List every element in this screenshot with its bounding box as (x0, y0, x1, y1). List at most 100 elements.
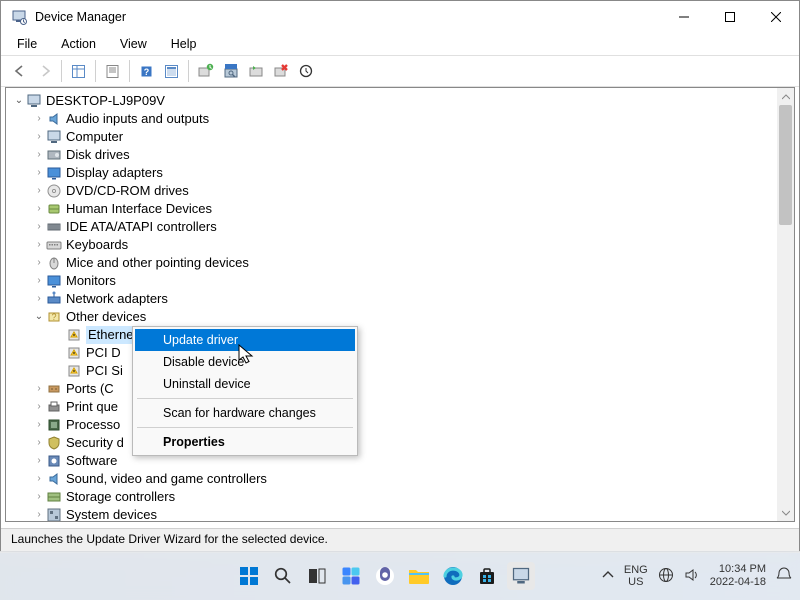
tree-category[interactable]: › Print que (10, 398, 794, 416)
forward-button[interactable] (32, 59, 57, 84)
explorer-icon[interactable] (405, 562, 433, 590)
tree-category[interactable]: ›Keyboards (10, 236, 794, 254)
tray-chevron-icon[interactable] (602, 569, 614, 584)
status-bar: Launches the Update Driver Wizard for th… (1, 528, 799, 552)
help-button[interactable]: ? (134, 59, 159, 84)
show-hide-tree-button[interactable] (66, 59, 91, 84)
task-view-icon[interactable] (303, 562, 331, 590)
device-manager-window: Device Manager File Action View Help ? ⌄ (0, 0, 800, 553)
tree-category[interactable]: ›Audio inputs and outputs (10, 110, 794, 128)
action-button[interactable] (159, 59, 184, 84)
tree-device-pci1[interactable]: PCI D (10, 344, 794, 362)
edge-icon[interactable] (439, 562, 467, 590)
computer-icon (46, 129, 62, 145)
widgets-icon[interactable] (337, 562, 365, 590)
ctx-uninstall-device[interactable]: Uninstall device (135, 373, 355, 395)
tree-category[interactable]: ›Disk drives (10, 146, 794, 164)
tree-category[interactable]: ›Ports (C (10, 380, 794, 398)
uninstall-button[interactable] (268, 59, 293, 84)
tree-category[interactable]: ›Security d (10, 434, 794, 452)
ctx-scan[interactable]: Scan for hardware changes (135, 402, 355, 424)
minimize-button[interactable] (661, 1, 707, 33)
computer-icon (26, 93, 42, 109)
menu-help[interactable]: Help (165, 35, 203, 53)
ctx-properties[interactable]: Properties (135, 431, 355, 453)
tree-category[interactable]: › Computer (10, 128, 794, 146)
start-button[interactable] (235, 562, 263, 590)
chevron-right-icon[interactable]: › (32, 290, 46, 308)
menu-action[interactable]: Action (55, 35, 102, 53)
chevron-right-icon[interactable]: › (32, 128, 46, 146)
tree-category[interactable]: ›Display adapters (10, 164, 794, 182)
chevron-right-icon[interactable]: › (32, 380, 46, 398)
tree-category[interactable]: ›Sound, video and game controllers (10, 470, 794, 488)
enable-button[interactable] (243, 59, 268, 84)
chevron-right-icon[interactable]: › (32, 470, 46, 488)
tree-category[interactable]: ›Monitors (10, 272, 794, 290)
menu-view[interactable]: View (114, 35, 153, 53)
ctx-disable-device[interactable]: Disable device (135, 351, 355, 373)
tree-category[interactable]: ›Software (10, 452, 794, 470)
taskbar-system-tray[interactable]: ENG US 10:34 PM 2022-04-18 (602, 563, 792, 589)
device-manager-taskbar-icon[interactable] (507, 562, 535, 590)
close-button[interactable] (753, 1, 799, 33)
maximize-button[interactable] (707, 1, 753, 33)
app-icon (11, 9, 27, 25)
language-indicator[interactable]: ENG US (624, 564, 648, 588)
tree-category[interactable]: ›Human Interface Devices (10, 200, 794, 218)
chevron-right-icon[interactable]: › (32, 272, 46, 290)
tree-root[interactable]: ⌄ DESKTOP-LJ9P09V (10, 92, 794, 110)
chevron-right-icon[interactable]: › (32, 398, 46, 416)
network-icon[interactable] (658, 567, 674, 586)
monitor-icon (46, 273, 62, 289)
scroll-up-button[interactable] (777, 88, 794, 105)
tree-category[interactable]: ›System devices (10, 506, 794, 522)
chevron-right-icon[interactable]: › (32, 146, 46, 164)
chevron-right-icon[interactable]: › (32, 182, 46, 200)
chevron-down-icon[interactable]: ⌄ (32, 308, 46, 326)
chevron-right-icon[interactable]: › (32, 434, 46, 452)
chevron-right-icon[interactable]: › (32, 506, 46, 522)
chevron-right-icon[interactable]: › (32, 254, 46, 272)
device-tree[interactable]: ⌄ DESKTOP-LJ9P09V ›Audio inputs and outp… (5, 87, 795, 522)
tree-device-ethernet[interactable]: Ethernet Controller (10, 326, 794, 344)
tree-category[interactable]: ›Mice and other pointing devices (10, 254, 794, 272)
chevron-right-icon[interactable]: › (32, 200, 46, 218)
tree-category[interactable]: ›DVD/CD-ROM drives (10, 182, 794, 200)
volume-icon[interactable] (684, 567, 700, 586)
toolbar-separator (61, 60, 62, 82)
properties-button[interactable] (100, 59, 125, 84)
chevron-right-icon[interactable]: › (32, 164, 46, 182)
chevron-right-icon[interactable]: › (32, 452, 46, 470)
scroll-down-button[interactable] (777, 504, 794, 521)
ctx-update-driver[interactable]: Update driver (135, 329, 355, 351)
title-bar[interactable]: Device Manager (1, 1, 799, 33)
taskbar[interactable]: ENG US 10:34 PM 2022-04-18 (0, 551, 800, 600)
chevron-right-icon[interactable]: › (32, 416, 46, 434)
chevron-down-icon[interactable]: ⌄ (12, 92, 26, 110)
clock[interactable]: 10:34 PM 2022-04-18 (710, 563, 766, 589)
disable-button[interactable] (293, 59, 318, 84)
tree-category[interactable]: ›Processo (10, 416, 794, 434)
scrollbar[interactable] (777, 88, 794, 521)
chevron-right-icon[interactable]: › (32, 236, 46, 254)
store-icon[interactable] (473, 562, 501, 590)
chevron-right-icon[interactable]: › (32, 488, 46, 506)
update-driver-button[interactable] (193, 59, 218, 84)
back-button[interactable] (7, 59, 32, 84)
chevron-right-icon[interactable]: › (32, 110, 46, 128)
tree-device-pci2[interactable]: PCI Si (10, 362, 794, 380)
tree-category[interactable]: ›IDE ATA/ATAPI controllers (10, 218, 794, 236)
chat-icon[interactable] (371, 562, 399, 590)
search-icon[interactable] (269, 562, 297, 590)
scan-button[interactable] (218, 59, 243, 84)
notifications-icon[interactable] (776, 567, 792, 586)
tree-category-label: Print que (66, 398, 118, 416)
scroll-thumb[interactable] (779, 105, 792, 225)
tree-category-label: Computer (66, 128, 123, 146)
chevron-right-icon[interactable]: › (32, 218, 46, 236)
tree-category[interactable]: ›Network adapters (10, 290, 794, 308)
menu-file[interactable]: File (11, 35, 43, 53)
tree-category[interactable]: ›Storage controllers (10, 488, 794, 506)
tree-category-other[interactable]: ⌄ ? Other devices (10, 308, 794, 326)
